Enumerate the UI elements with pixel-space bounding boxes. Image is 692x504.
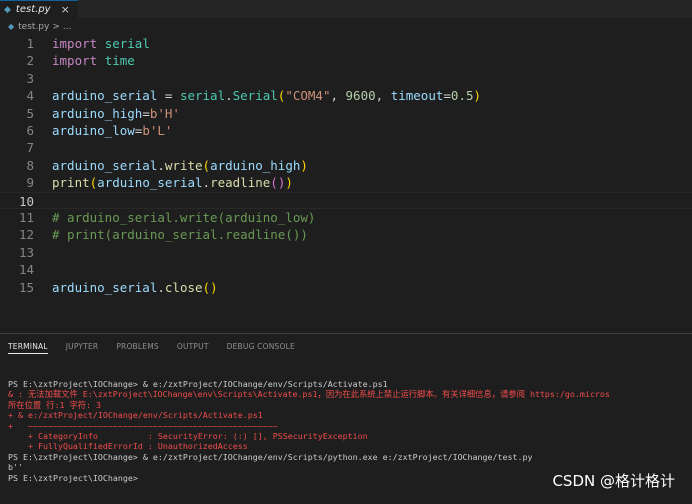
terminal-error-line: 所在位置 行:1 字符: 3 — [8, 399, 102, 410]
code-line: 4 arduino_serial = serial.Serial("COM4", … — [0, 87, 692, 104]
line-number: 5 — [26, 105, 34, 121]
paren: ) — [210, 279, 218, 295]
terminal-error-line: & : 无法加载文件 E:\zxtProject\IOChange\env\Sc… — [8, 389, 610, 400]
line-number: 3 — [26, 70, 34, 86]
paren: ( — [270, 175, 278, 191]
terminal-line: PS E:\zxtProject\IOChange> & e:/zxtProje… — [8, 379, 388, 389]
panel-tabs: TERMINAL JUPYTER PROBLEMS OUTPUT DEBUG C… — [8, 342, 313, 354]
number-literal: 0.5 — [450, 88, 474, 104]
code-line: 6 arduino_low=b'L' — [0, 122, 692, 139]
line-number: 15 — [18, 279, 34, 295]
module-name: serial — [179, 88, 226, 104]
tab-problems[interactable]: PROBLEMS — [116, 342, 159, 354]
line-number: 6 — [26, 123, 34, 138]
paren: ) — [285, 175, 293, 191]
line-number: 10 — [18, 193, 34, 209]
variable: arduino_low — [52, 123, 135, 138]
breadcrumb: ◆ test.py > ... — [0, 18, 692, 35]
operator: . — [157, 157, 165, 173]
function-name: print — [52, 175, 90, 191]
keyword-argument: timeout — [390, 88, 444, 104]
bytes-prefix: b — [142, 123, 150, 138]
code-line: 2 import time — [0, 52, 692, 69]
line-number: 8 — [26, 157, 34, 173]
code-line-current: 10 — [0, 191, 692, 209]
code-line: 13 — [0, 244, 692, 261]
python-file-icon: ◆ — [8, 22, 15, 31]
code-editor[interactable]: 1 import serial 2 import time 3 4 arduino_s… — [0, 35, 692, 330]
line-number: 13 — [18, 244, 34, 260]
line-number: 9 — [26, 175, 34, 191]
variable: arduino_serial — [52, 279, 158, 295]
line-number: 7 — [26, 140, 34, 156]
operator: , — [330, 88, 346, 104]
keyword: import — [52, 53, 98, 69]
tab-output[interactable]: OUTPUT — [177, 342, 209, 354]
code-line: 8 arduino_serial.write(arduino_high) — [0, 157, 692, 174]
line-number: 4 — [26, 88, 34, 104]
number-literal: 9600 — [345, 88, 376, 104]
watermark: CSDN @格计格计 — [552, 472, 675, 490]
editor-tab-bar: ◆ test.py × — [0, 0, 692, 18]
terminal-error-line: + CategoryInfo : SecurityError: (:) [], … — [8, 430, 368, 441]
variable: arduino_high — [52, 105, 143, 121]
method-name: readline — [210, 175, 271, 191]
code-line: 15 arduino_serial.close() — [0, 279, 692, 296]
tab-debug-console[interactable]: DEBUG CONSOLE — [227, 342, 295, 354]
terminal-error-line: + ~~~~~~~~~~~~~~~~~~~~~~~~~~~~~~~~~~~~~~… — [8, 420, 278, 431]
code-line: 3 — [0, 70, 692, 87]
operator: = — [142, 105, 150, 121]
breadcrumb-separator: > — [52, 21, 60, 32]
terminal-error-line: + & e:/zxtProject/IOChange/env/Scripts/A… — [8, 410, 263, 421]
tab-label: test.py — [15, 4, 51, 15]
class-name: Serial — [232, 88, 278, 104]
code-line: 1 import serial — [0, 35, 692, 52]
line-number: 2 — [26, 53, 34, 69]
operator: = — [157, 88, 180, 104]
method-name: write — [164, 157, 203, 173]
code-line: 5 arduino_high=b'H' — [0, 105, 692, 122]
operator: , — [375, 88, 391, 104]
line-number: 12 — [18, 227, 34, 243]
code-line: 14 — [0, 261, 692, 278]
variable: arduino_serial — [52, 157, 158, 173]
breadcrumb-file[interactable]: test.py — [18, 22, 49, 32]
module-name: serial — [104, 36, 150, 51]
code-line: 9 print(arduino_serial.readline()) — [0, 174, 692, 191]
tab-jupyter[interactable]: JUPYTER — [66, 342, 99, 354]
comment: # print(arduino_serial.readline()) — [52, 227, 308, 243]
string-literal: 'H' — [157, 105, 180, 121]
string-literal: 'L' — [149, 123, 173, 138]
code-line: 11 # arduino_serial.write(arduino_low) — [0, 209, 692, 226]
line-number: 14 — [18, 262, 34, 278]
comment: # arduino_serial.write(arduino_low) — [52, 210, 316, 225]
code-line: 12 # print(arduino_serial.readline()) — [0, 226, 692, 243]
close-icon[interactable]: × — [61, 3, 70, 16]
string-literal: "COM4" — [285, 88, 331, 104]
method-name: close — [164, 279, 203, 295]
tab-test-py[interactable]: ◆ test.py × — [0, 0, 78, 18]
terminal-output[interactable]: PS E:\zxtProject\IOChange> & e:/zxtProje… — [8, 379, 692, 483]
variable: arduino_serial — [52, 88, 158, 104]
operator: = — [443, 88, 451, 104]
paren: ) — [300, 157, 308, 173]
module-name: time — [104, 53, 135, 69]
line-number: 11 — [18, 210, 34, 225]
python-file-icon: ◆ — [4, 4, 11, 15]
operator: . — [202, 175, 211, 191]
variable: arduino_high — [210, 157, 301, 173]
paren: ) — [473, 88, 482, 104]
paren: ( — [202, 279, 211, 295]
line-number: 1 — [26, 36, 34, 51]
terminal-error-line: + FullyQualifiedErrorId : UnauthorizedAc… — [8, 441, 248, 452]
keyword: import — [52, 36, 98, 51]
terminal-line: PS E:\zxtProject\IOChange> & e:/zxtProje… — [8, 451, 533, 462]
paren: ( — [202, 157, 211, 173]
code-line: 7 — [0, 139, 692, 156]
breadcrumb-more[interactable]: ... — [63, 22, 72, 32]
variable: arduino_serial — [97, 175, 203, 191]
operator: . — [157, 279, 165, 295]
operator: . — [225, 88, 233, 104]
tab-terminal[interactable]: TERMINAL — [8, 342, 48, 354]
